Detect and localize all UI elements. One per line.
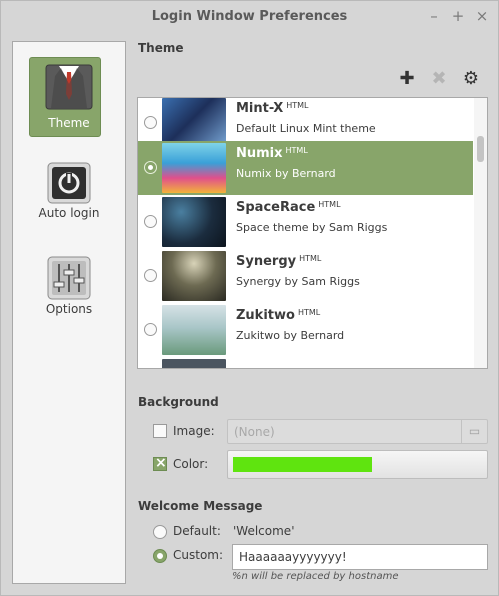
theme-description: Numix by Bernard — [236, 167, 336, 180]
theme-row-spacerace[interactable]: SpaceRace HTML Space theme by Sam Riggs — [138, 195, 473, 249]
close-button[interactable]: × — [473, 7, 491, 25]
maximize-button[interactable]: + — [449, 7, 467, 25]
sidebar-item-theme[interactable]: Theme — [13, 64, 125, 130]
theme-name: Numix HTML — [236, 146, 308, 161]
sidebar-item-auto-login[interactable]: Auto login — [13, 162, 125, 220]
html-badge: HTML — [285, 146, 308, 155]
theme-radio[interactable] — [144, 269, 157, 282]
theme-name-text: Synergy — [236, 254, 297, 269]
image-label: Image: — [173, 424, 215, 438]
sidebar-item-label: Theme — [48, 116, 90, 130]
sliders-icon — [47, 256, 91, 300]
image-file-chooser[interactable]: (None) ▭ — [227, 419, 488, 444]
theme-name: Zukitwo HTML — [236, 308, 320, 323]
image-file-placeholder: (None) — [234, 425, 275, 439]
html-badge: HTML — [318, 200, 341, 209]
html-badge: HTML — [297, 308, 321, 317]
theme-settings-button[interactable]: ⚙ — [461, 69, 481, 89]
theme-list[interactable]: Mint-X HTML Default Linux Mint theme Numi… — [137, 97, 488, 369]
image-checkbox[interactable] — [153, 424, 167, 438]
scrollbar-thumb[interactable] — [477, 136, 484, 162]
html-badge: HTML — [286, 101, 309, 110]
theme-row-zukitwo[interactable]: Zukitwo HTML Zukitwo by Bernard — [138, 303, 473, 357]
theme-radio[interactable] — [144, 323, 157, 336]
login-window-preferences-window: Login Window Preferences – + × Theme Aut… — [0, 0, 499, 596]
suit-icon — [45, 64, 93, 110]
color-picker-button[interactable] — [227, 450, 488, 479]
welcome-section-title: Welcome Message — [138, 499, 263, 513]
theme-row-partial — [138, 357, 473, 368]
html-badge: HTML — [299, 254, 322, 263]
sidebar: Theme Auto login Options — [12, 41, 126, 584]
theme-thumbnail — [162, 197, 226, 247]
theme-description: Default Linux Mint theme — [236, 122, 376, 135]
custom-label: Custom: — [173, 548, 224, 562]
default-value: 'Welcome' — [233, 524, 295, 538]
theme-description: Space theme by Sam Riggs — [236, 221, 388, 234]
theme-row-synergy[interactable]: Synergy HTML Synergy by Sam Riggs — [138, 249, 473, 303]
theme-radio[interactable] — [144, 215, 157, 228]
theme-name-text: Mint-X — [236, 101, 284, 116]
color-label: Color: — [173, 457, 209, 471]
remove-theme-button[interactable]: ✖ — [429, 69, 449, 89]
custom-radio[interactable] — [153, 549, 167, 563]
theme-description: Zukitwo by Bernard — [236, 329, 345, 342]
theme-description: Synergy by Sam Riggs — [236, 275, 360, 288]
theme-list-scrollbar[interactable] — [474, 98, 487, 368]
default-radio[interactable] — [153, 525, 167, 539]
theme-name-text: Zukitwo — [236, 308, 295, 323]
custom-message-input[interactable]: Haaaaaayyyyyyy! — [232, 544, 488, 570]
sidebar-item-options[interactable]: Options — [13, 256, 125, 316]
window-title: Login Window Preferences — [151, 9, 348, 24]
theme-thumbnail — [162, 305, 226, 355]
color-swatch — [233, 457, 372, 472]
theme-name: SpaceRace HTML — [236, 200, 341, 215]
theme-radio[interactable] — [144, 161, 157, 174]
theme-name-text: Numix — [236, 146, 283, 161]
theme-section-title: Theme — [138, 41, 184, 55]
theme-radio[interactable] — [144, 116, 157, 129]
color-checkbox[interactable] — [153, 455, 167, 471]
hostname-hint: %n will be replaced by hostname — [232, 571, 399, 582]
theme-name: Mint-X HTML — [236, 101, 309, 116]
theme-row-numix[interactable]: Numix HTML Numix by Bernard — [138, 141, 473, 195]
title-bar[interactable]: Login Window Preferences – + × — [1, 1, 498, 34]
power-icon — [47, 162, 91, 204]
add-theme-button[interactable]: ✚ — [397, 69, 417, 89]
theme-thumbnail — [162, 251, 226, 301]
sidebar-item-label: Options — [45, 302, 93, 316]
minimize-button[interactable]: – — [425, 7, 443, 25]
sidebar-item-label: Auto login — [38, 206, 100, 220]
theme-thumbnail — [162, 359, 226, 368]
theme-thumbnail — [162, 143, 226, 193]
theme-name-text: SpaceRace — [236, 200, 316, 215]
background-section-title: Background — [138, 395, 219, 409]
default-label: Default: — [173, 524, 221, 538]
theme-name: Synergy HTML — [236, 254, 321, 269]
folder-icon[interactable]: ▭ — [461, 420, 487, 443]
